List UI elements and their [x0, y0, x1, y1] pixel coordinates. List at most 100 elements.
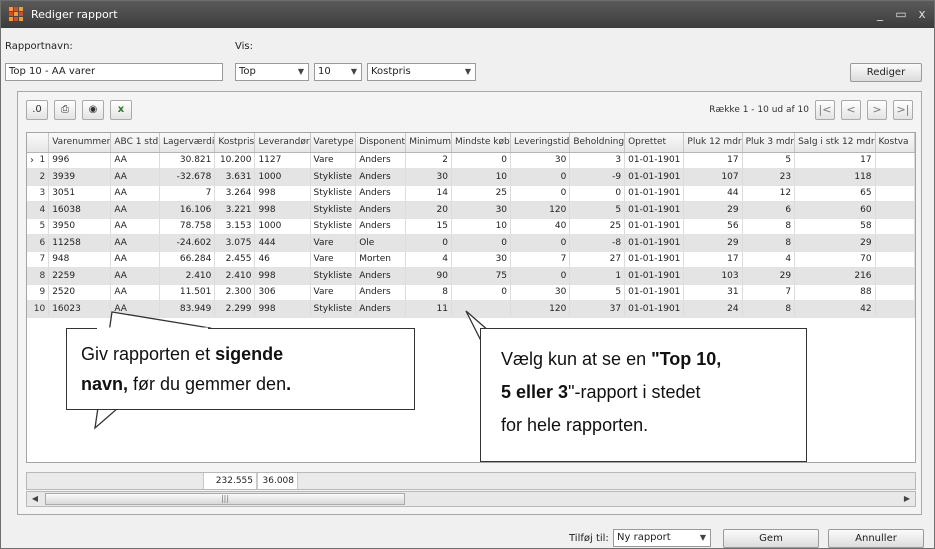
row-number-cell[interactable]: 7	[27, 251, 50, 268]
table-cell[interactable]: AA	[110, 201, 160, 219]
previous-page-button[interactable]: <	[841, 100, 861, 120]
table-cell[interactable]	[875, 284, 915, 301]
table-cell[interactable]: 120	[510, 300, 571, 318]
table-cell[interactable]	[875, 152, 915, 169]
table-row[interactable]: 3 3051 AA 7 3.264 998 Stykliste Anders 14 25 0 0 01-…	[27, 185, 915, 202]
table-cell[interactable]: Vare	[310, 152, 357, 169]
table-cell[interactable]: 37	[569, 300, 626, 318]
edit-button[interactable]: Rediger	[850, 63, 922, 82]
table-cell[interactable]: 01-01-1901	[624, 251, 685, 268]
table-cell[interactable]: 11	[405, 300, 452, 318]
table-cell[interactable]: 27	[569, 251, 626, 268]
row-number-cell[interactable]: 6	[27, 234, 50, 252]
table-cell[interactable]: 3.221	[214, 201, 256, 219]
table-cell[interactable]: 107	[683, 168, 743, 186]
table-cell[interactable]: 01-01-1901	[624, 201, 685, 219]
table-cell[interactable]: 5	[569, 284, 626, 301]
table-cell[interactable]: 44	[683, 185, 743, 202]
column-header[interactable]: Oprettet	[624, 133, 685, 153]
table-cell[interactable]: AA	[110, 300, 160, 318]
table-cell[interactable]: 42	[794, 300, 876, 318]
table-cell[interactable]: 3.631	[214, 168, 256, 186]
sort-select[interactable]: Kostpris ▼	[367, 63, 476, 81]
table-cell[interactable]: AA	[110, 185, 160, 202]
table-cell[interactable]: AA	[110, 168, 160, 186]
column-header[interactable]: Salg i stk 12 mdr	[794, 133, 876, 153]
table-cell[interactable]: 01-01-1901	[624, 168, 685, 186]
table-cell[interactable]: 88	[794, 284, 876, 301]
last-page-button[interactable]: >|	[893, 100, 913, 120]
table-cell[interactable]	[875, 218, 915, 235]
table-cell[interactable]: Ole	[355, 234, 407, 252]
column-header[interactable]: Beholdning	[569, 133, 626, 153]
table-cell[interactable]: 120	[510, 201, 571, 219]
table-cell[interactable]: 30	[451, 251, 512, 268]
table-cell[interactable]: 0	[510, 267, 571, 285]
scroll-thumb[interactable]: |||	[45, 493, 405, 505]
table-cell[interactable]: Stykliste	[310, 218, 357, 235]
table-cell[interactable]: Stykliste	[310, 168, 357, 186]
row-number-cell[interactable]: › 1	[27, 152, 50, 169]
horizontal-scrollbar[interactable]: ◀ ||| ▶	[26, 491, 916, 507]
table-cell[interactable]: 10	[451, 168, 512, 186]
table-cell[interactable]: 444	[254, 234, 311, 252]
column-header[interactable]: Kostpris	[214, 133, 256, 153]
table-row[interactable]: 6 11258 AA -24.602 3.075 444 Vare Ole 0 0 0 -8 01-01…	[27, 234, 915, 252]
table-cell[interactable]	[875, 168, 915, 186]
table-cell[interactable]: 0	[510, 168, 571, 186]
maximize-icon[interactable]: ▭	[892, 5, 910, 23]
table-cell[interactable]: 15	[405, 218, 452, 235]
table-cell[interactable]: 16.106	[159, 201, 216, 219]
table-cell[interactable]: 11.501	[159, 284, 216, 301]
table-cell[interactable]: 17	[794, 152, 876, 169]
table-cell[interactable]: 306	[254, 284, 311, 301]
table-cell[interactable]: Anders	[355, 168, 407, 186]
table-cell[interactable]: 3.153	[214, 218, 256, 235]
column-header[interactable]: Minimum	[405, 133, 452, 153]
table-cell[interactable]: AA	[110, 267, 160, 285]
column-header[interactable]: Pluk 3 mdr	[742, 133, 796, 153]
table-cell[interactable]: 2.455	[214, 251, 256, 268]
table-cell[interactable]: Vare	[310, 234, 357, 252]
table-cell[interactable]: 70	[794, 251, 876, 268]
table-cell[interactable]: Stykliste	[310, 185, 357, 202]
table-cell[interactable]: Vare	[310, 251, 357, 268]
table-cell[interactable]: 4	[405, 251, 452, 268]
table-cell[interactable]: 8	[742, 218, 796, 235]
table-cell[interactable]: 17	[683, 251, 743, 268]
table-cell[interactable]: 29	[742, 267, 796, 285]
table-cell[interactable]: -8	[569, 234, 626, 252]
column-header[interactable]: Varenummer	[48, 133, 112, 153]
row-number-cell[interactable]: 9	[27, 284, 50, 301]
table-cell[interactable]: Anders	[355, 152, 407, 169]
save-button[interactable]: Gem	[723, 529, 819, 548]
table-cell[interactable]: 01-01-1901	[624, 152, 685, 169]
table-cell[interactable]: 01-01-1901	[624, 234, 685, 252]
table-cell[interactable]: 118	[794, 168, 876, 186]
table-cell[interactable]: 01-01-1901	[624, 185, 685, 202]
column-header[interactable]: Mindste køb	[451, 133, 512, 153]
add-to-select[interactable]: Ny rapport ▼	[613, 529, 711, 547]
table-cell[interactable]: 10.200	[214, 152, 256, 169]
column-header[interactable]: Disponent	[355, 133, 407, 153]
table-cell[interactable]: 8	[405, 284, 452, 301]
table-cell[interactable]: 0	[451, 234, 512, 252]
column-header[interactable]: ABC 1 std	[110, 133, 160, 153]
table-cell[interactable]: 17	[683, 152, 743, 169]
table-cell[interactable]: Stykliste	[310, 267, 357, 285]
table-cell[interactable]: -32.678	[159, 168, 216, 186]
table-cell[interactable]: 30	[510, 284, 571, 301]
table-row[interactable]: 4 16038 AA 16.106 3.221 998 Stykliste Anders 20 3…	[27, 201, 915, 219]
column-header[interactable]: Varetype	[310, 133, 357, 153]
table-cell[interactable]: 6	[742, 201, 796, 219]
table-cell[interactable]: 11258	[48, 234, 112, 252]
table-cell[interactable]: 2.299	[214, 300, 256, 318]
table-cell[interactable]: Stykliste	[310, 300, 357, 318]
table-cell[interactable]: 31	[683, 284, 743, 301]
table-cell[interactable]: Anders	[355, 300, 407, 318]
count-select[interactable]: 10 ▼	[314, 63, 362, 81]
table-cell[interactable]: 7	[510, 251, 571, 268]
table-cell[interactable]: 24	[683, 300, 743, 318]
table-cell[interactable]: 0	[451, 284, 512, 301]
column-header[interactable]	[27, 133, 50, 153]
